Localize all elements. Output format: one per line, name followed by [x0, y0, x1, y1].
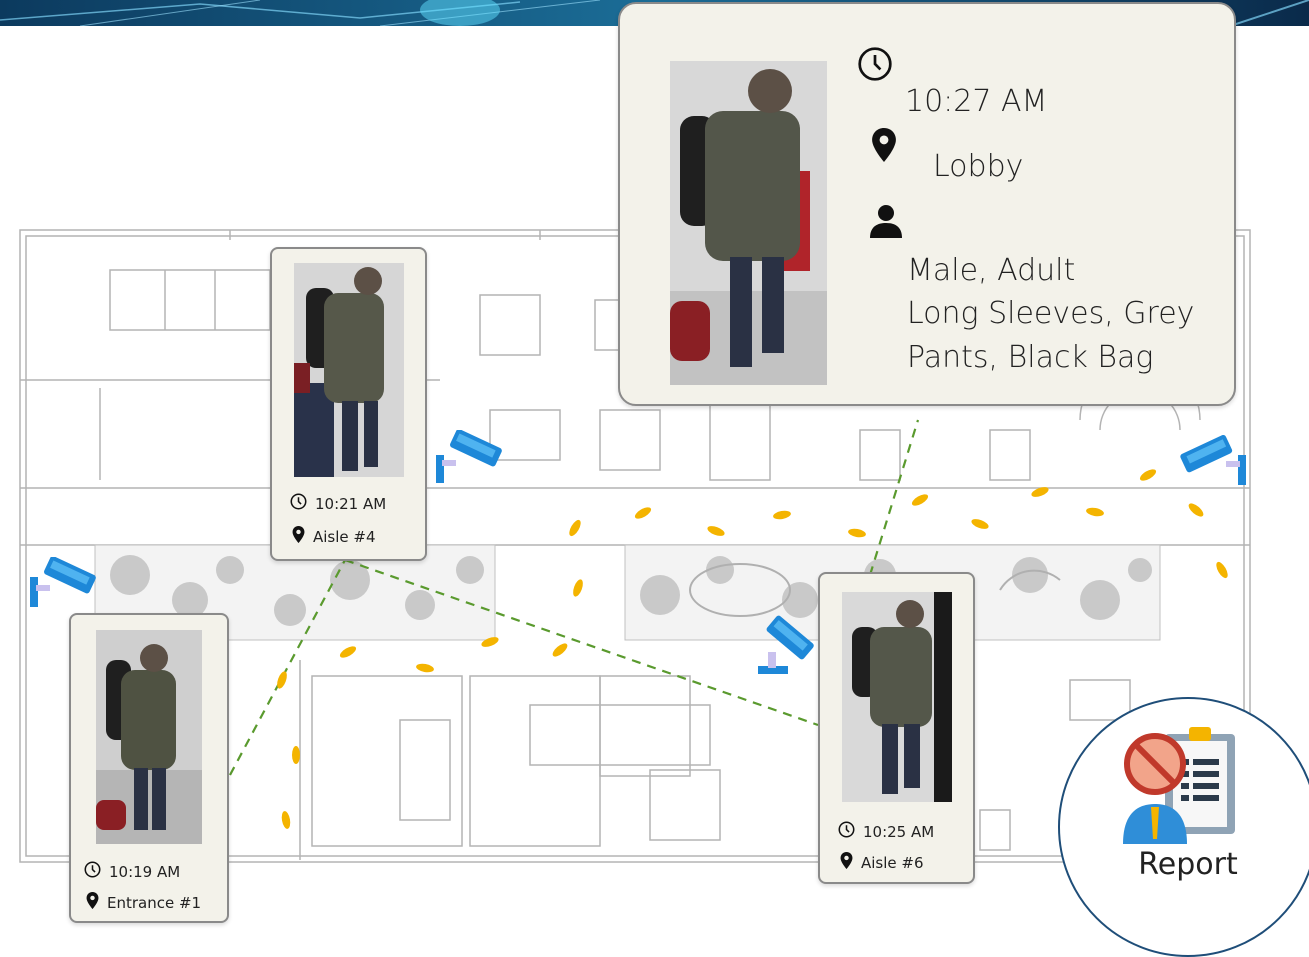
- footprint-icon: [481, 637, 499, 647]
- suspect-photo: [842, 592, 952, 802]
- footprint-icon: [277, 671, 287, 689]
- footprint-icon: [1031, 487, 1049, 497]
- suspect-photo: [294, 263, 404, 477]
- footprint-icon: [634, 507, 652, 519]
- footprint-icon: [281, 811, 291, 829]
- footprint-icon: [569, 519, 581, 537]
- footprint-icon: [292, 746, 300, 764]
- clock-icon: [857, 46, 893, 86]
- clock-icon: [838, 821, 855, 842]
- suspect-photo-large: [670, 61, 827, 385]
- map-pin-icon: [840, 852, 853, 873]
- sighting-time: 10:21 AM: [290, 493, 386, 514]
- footprint-icon: [1086, 507, 1104, 517]
- clock-icon: [290, 493, 307, 514]
- person-icon: [867, 202, 905, 244]
- footprint-icon: [573, 579, 583, 597]
- report-button[interactable]: [1058, 697, 1309, 957]
- detail-location: [872, 128, 904, 166]
- sighting-location: Aisle #4: [292, 526, 376, 547]
- time-text: 10:19 AM: [109, 862, 181, 881]
- location-text: Entrance #1: [107, 893, 202, 912]
- map-pin-icon: [86, 892, 99, 913]
- location-text: Aisle #4: [313, 527, 376, 546]
- map-pin-icon: [292, 526, 305, 547]
- detail-time: [857, 46, 901, 86]
- detail-attribute: Pants, Black Bag: [907, 340, 1154, 375]
- footprint-icon: [773, 510, 791, 520]
- report-icon: [1123, 727, 1235, 844]
- detail-person: [867, 202, 913, 244]
- sighting-location: Aisle #6: [840, 852, 924, 873]
- security-camera-icon: [30, 557, 96, 607]
- detail-time-text: 10:27 AM: [905, 84, 1048, 119]
- footprint-icon: [971, 519, 989, 529]
- footprint-icon: [1139, 469, 1157, 481]
- security-camera-icon: [758, 615, 814, 674]
- sighting-card-aisle-6[interactable]: 10:25 AM Aisle #6: [818, 572, 975, 884]
- sighting-time: 10:19 AM: [84, 861, 180, 882]
- footprint-icon: [1216, 561, 1228, 579]
- footprint-icon: [552, 643, 568, 657]
- suspect-photo: [96, 630, 202, 844]
- detail-attribute: Male, Adult: [907, 253, 1076, 288]
- footprint-icon: [1188, 503, 1204, 517]
- footprint-icon: [416, 663, 434, 673]
- time-text: 10:21 AM: [315, 494, 387, 513]
- footprint-icon: [707, 526, 725, 536]
- footprint-icon: [339, 646, 357, 658]
- time-text: 10:25 AM: [863, 822, 935, 841]
- map-pin-icon: [872, 128, 896, 166]
- detail-attribute: Long Sleeves, Grey: [907, 296, 1195, 331]
- sighting-card-entrance[interactable]: 10:19 AM Entrance #1: [69, 613, 229, 923]
- security-camera-icon: [436, 430, 502, 483]
- footprint-icon: [848, 528, 866, 538]
- security-camera-icon: [1180, 435, 1246, 485]
- sighting-card-aisle-4[interactable]: 10:21 AM Aisle #4: [270, 247, 427, 561]
- sighting-location: Entrance #1: [86, 892, 201, 913]
- report-label: Report: [1138, 847, 1238, 882]
- detail-location-text: Lobby: [933, 149, 1024, 184]
- footprint-icon: [911, 494, 929, 506]
- clock-icon: [84, 861, 101, 882]
- location-text: Aisle #6: [861, 853, 924, 872]
- detail-card-lobby[interactable]: 10:27 AM Lobby Male, Adult Long Sleeves,…: [618, 2, 1236, 406]
- sighting-time: 10:25 AM: [838, 821, 934, 842]
